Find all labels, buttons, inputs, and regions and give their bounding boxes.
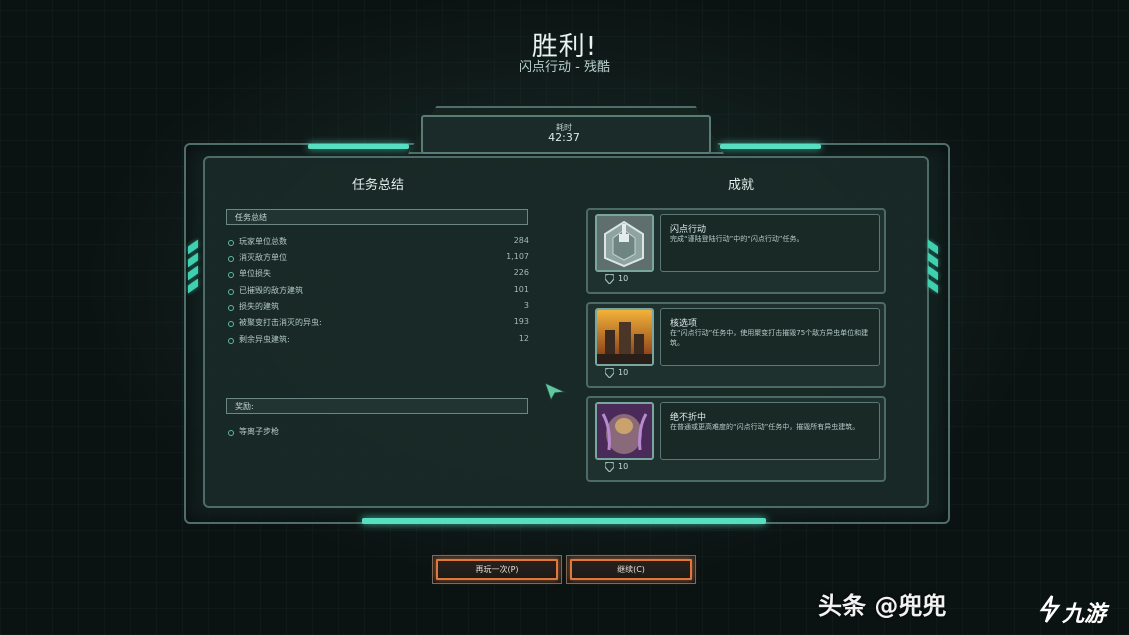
- reward-label: 等离子步枪: [239, 427, 279, 436]
- stat-value: 101: [513, 285, 529, 294]
- stat-value: 12: [518, 334, 529, 343]
- stat-label: 剩余异虫建筑:: [239, 335, 290, 344]
- stat-label: 单位损失: [239, 269, 271, 278]
- achievement-points: 10: [618, 462, 629, 471]
- left-chevrons-decoration: [188, 239, 202, 295]
- summary-section-header: 任务总结: [226, 209, 528, 225]
- glow-bar-left: [308, 144, 409, 149]
- cursor-arrow-icon: [545, 383, 567, 401]
- achievement-points-icon: [605, 462, 614, 472]
- right-chevrons-decoration: [928, 239, 942, 295]
- stat-label: 被聚变打击消灭的异虫:: [239, 318, 322, 327]
- bullet-icon: [228, 289, 234, 295]
- achievement-description: 在普通或更高难度的“闪点行动”任务中，摧毁所有异虫建筑。: [670, 423, 860, 431]
- stat-row: 消灭敌方单位 1,107: [228, 252, 529, 268]
- achievement-description: 在“闪点行动”任务中，使用聚变打击摧毁75个敌方异虫单位和建筑。: [670, 329, 869, 347]
- reward-row: 等离子步枪: [228, 426, 529, 442]
- achievement-points: 10: [618, 368, 629, 377]
- replay-button-label: 再玩一次(P): [475, 565, 519, 574]
- achievement-description: 完成“谨陆登陆行动”中的“闪点行动”任务。: [670, 235, 804, 243]
- achievements-title: 成就: [727, 178, 754, 193]
- glow-bar-right: [720, 144, 821, 149]
- achievement-card[interactable]: 绝不折中 在普通或更高难度的“闪点行动”任务中，摧毁所有异虫建筑。 10: [586, 396, 886, 482]
- stat-label: 玩家单位总数: [239, 237, 287, 246]
- continue-button-label: 继续(C): [617, 565, 645, 574]
- jiuyou-logo-icon: [1039, 595, 1061, 623]
- burning-base-icon: [595, 308, 654, 366]
- bullet-icon: [228, 272, 234, 278]
- stat-row: 损失的建筑 3: [228, 301, 529, 317]
- stat-value: 284: [513, 236, 529, 245]
- watermark-toutiao: 头条 @兜兜: [818, 592, 947, 620]
- stat-row: 已摧毁的敌方建筑 101: [228, 285, 529, 301]
- mission-summary-title: 任务总结: [351, 178, 404, 193]
- stat-value: 3: [523, 301, 529, 310]
- stat-row: 玩家单位总数 284: [228, 236, 529, 252]
- mission-subtitle: 闪点行动 - 残酷: [519, 60, 610, 75]
- bullet-icon: [228, 240, 234, 246]
- stat-label: 已摧毁的敌方建筑: [239, 286, 303, 295]
- achievement-points-icon: [605, 368, 614, 378]
- timer-value: 42:37: [548, 131, 580, 144]
- stat-label: 损失的建筑: [239, 302, 279, 311]
- bullet-icon: [228, 256, 234, 262]
- bullet-icon: [228, 338, 234, 344]
- stat-row: 单位损失 226: [228, 268, 529, 284]
- stat-row: 剩余异虫建筑: 12: [228, 334, 529, 350]
- rewards-section-header: 奖励:: [226, 398, 528, 414]
- replay-button[interactable]: 再玩一次(P): [432, 555, 562, 584]
- achievement-card[interactable]: 闪点行动 完成“谨陆登陆行动”中的“闪点行动”任务。 10: [586, 208, 886, 294]
- glow-bar-bottom: [362, 518, 766, 524]
- achievement-text-box: 绝不折中 在普通或更高难度的“闪点行动”任务中，摧毁所有异虫建筑。: [660, 402, 880, 460]
- shield-emblem-icon: [595, 214, 654, 272]
- bullet-icon: [228, 430, 234, 436]
- watermark-jiuyou: 九游: [1062, 602, 1107, 627]
- achievement-text-box: 闪点行动 完成“谨陆登陆行动”中的“闪点行动”任务。: [660, 214, 880, 272]
- zerg-creature-icon: [595, 402, 654, 460]
- achievement-points: 10: [618, 274, 629, 283]
- achievement-card[interactable]: 核选项 在“闪点行动”任务中，使用聚变打击摧毁75个敌方异虫单位和建筑。 10: [586, 302, 886, 388]
- achievement-text-box: 核选项 在“闪点行动”任务中，使用聚变打击摧毁75个敌方异虫单位和建筑。: [660, 308, 880, 366]
- stat-value: 226: [513, 268, 529, 277]
- bullet-icon: [228, 305, 234, 311]
- stat-value: 1,107: [506, 252, 529, 261]
- achievement-points-icon: [605, 274, 614, 284]
- bullet-icon: [228, 321, 234, 327]
- stat-row: 被聚变打击消灭的异虫: 193: [228, 317, 529, 333]
- stat-label: 消灭敌方单位: [239, 253, 287, 262]
- stat-value: 193: [513, 317, 529, 326]
- continue-button[interactable]: 继续(C): [566, 555, 696, 584]
